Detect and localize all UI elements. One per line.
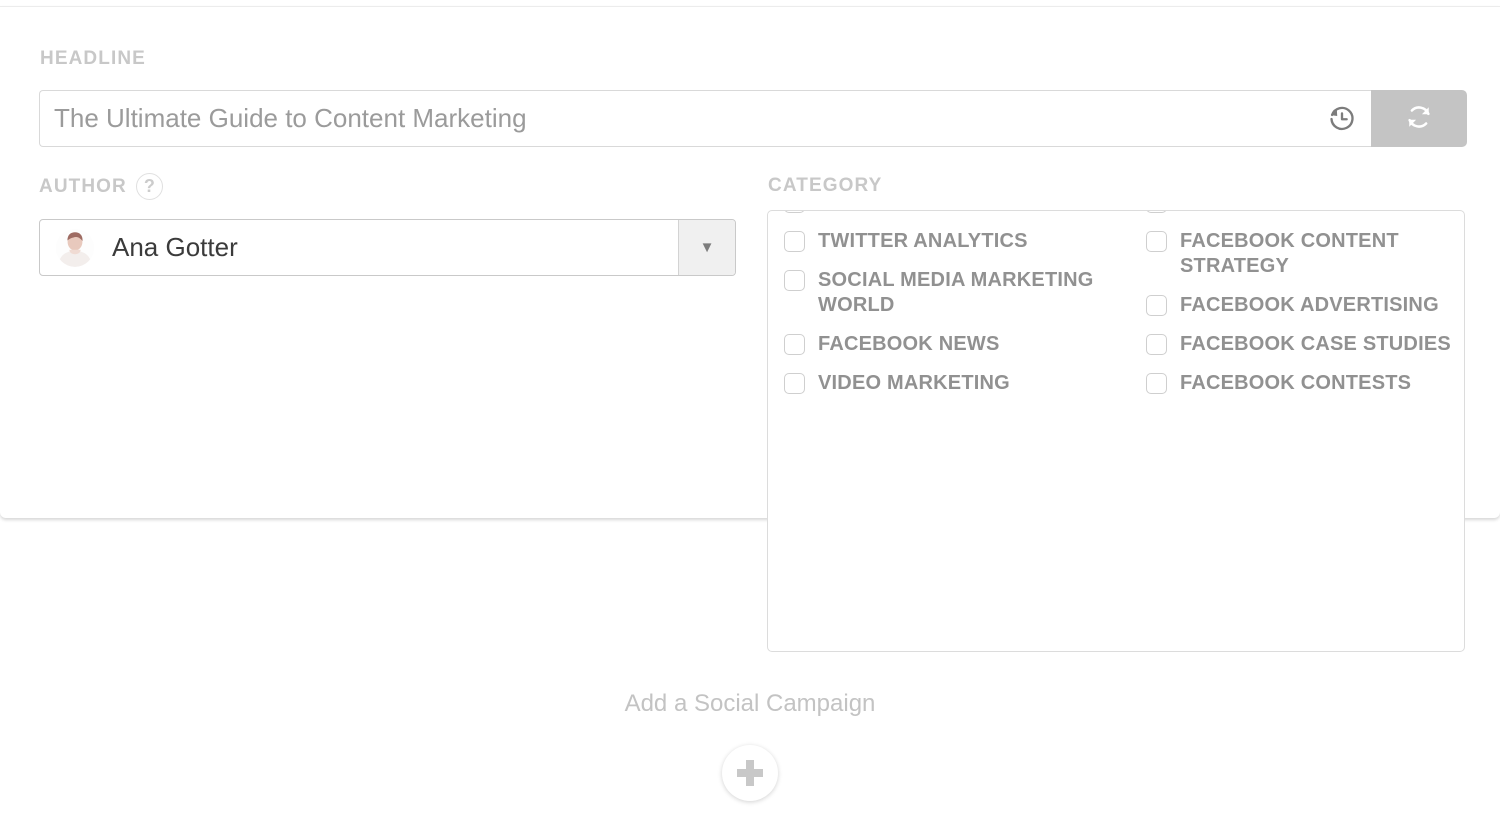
list-item-label: FACEBOOK CONTENT STRATEGY (1180, 230, 1399, 277)
list-item[interactable]: VIDEO MARKETING (780, 364, 1116, 403)
category-label: CATEGORY (768, 175, 883, 196)
chevron-down-icon[interactable]: ▼ (678, 220, 735, 275)
list-item-label: INSTAGRAM (1180, 211, 1301, 215)
headline-input[interactable] (40, 91, 1371, 146)
plus-icon (737, 760, 763, 786)
checkbox-icon[interactable] (784, 211, 805, 213)
list-item-label: FACEBOOK NEWS (818, 333, 1000, 355)
category-column-right: INSTAGRAM FACEBOOK CONTENT STRATEGY FACE… (1116, 211, 1452, 403)
content-editor-card: HEADLINE The Ultimate Guide to Content M… (0, 6, 1500, 652)
list-item[interactable]: SOCIAL MEDIA MARKETING WORLD (780, 261, 1116, 325)
list-item[interactable]: INSTAGRAM (1142, 211, 1452, 222)
list-item-label: FACEBOOK ADVERTISING (1180, 294, 1439, 316)
checkbox-icon[interactable] (1146, 231, 1167, 252)
checkbox-icon[interactable] (784, 373, 805, 394)
checkbox-icon[interactable] (1146, 373, 1167, 394)
list-item-label: SOCIAL MEDIA MARKETING WORLD (818, 269, 1094, 316)
list-item-label: FACEBOOK CONTESTS (1180, 372, 1412, 394)
social-campaign-title: Add a Social Campaign (624, 690, 876, 717)
checkbox-icon[interactable] (784, 231, 805, 252)
list-item[interactable]: FACEBOOK CASE STUDIES (1142, 325, 1452, 364)
checkbox-icon[interactable] (784, 270, 805, 291)
category-scroll-area[interactable]: CONTENT MODERATION TWITTER ANALYTICS SOC… (768, 211, 1464, 411)
author-selected-display: Ana Gotter (40, 220, 678, 275)
list-item[interactable]: FACEBOOK CONTENT STRATEGY (1142, 222, 1452, 286)
list-item[interactable]: TWITTER ANALYTICS (780, 222, 1116, 261)
list-item-label: TWITTER ANALYTICS (818, 230, 1028, 252)
list-item-label: CONTENT MODERATION (818, 211, 1059, 215)
author-label: AUTHOR (39, 175, 127, 197)
category-list-box[interactable]: CONTENT MODERATION TWITTER ANALYTICS SOC… (767, 210, 1465, 652)
author-name: Ana Gotter (112, 232, 238, 262)
avatar (56, 228, 94, 267)
list-item[interactable]: FACEBOOK NEWS (780, 325, 1116, 364)
add-social-campaign-button[interactable] (722, 745, 778, 801)
help-icon[interactable]: ? (135, 172, 163, 200)
category-column-left: CONTENT MODERATION TWITTER ANALYTICS SOC… (780, 211, 1116, 403)
author-label-row: AUTHOR ? (39, 172, 739, 200)
author-field-group: AUTHOR ? Ana Gotter ▼ (39, 172, 739, 276)
list-item[interactable]: CONTENT MODERATION (780, 211, 1116, 222)
checkbox-icon[interactable] (784, 334, 805, 355)
history-clock-icon[interactable] (1327, 104, 1357, 134)
checkbox-icon[interactable] (1146, 295, 1167, 316)
list-item-label: FACEBOOK CASE STUDIES (1180, 333, 1451, 355)
headline-input-wrapper[interactable] (39, 90, 1371, 147)
author-select[interactable]: Ana Gotter ▼ (39, 219, 736, 276)
list-item-label: VIDEO MARKETING (818, 372, 1010, 394)
refresh-headline-button[interactable] (1371, 90, 1467, 147)
checkbox-icon[interactable] (1146, 211, 1167, 213)
social-campaign-section: Add a Social Campaign (0, 690, 1500, 801)
refresh-sync-icon (1404, 102, 1434, 135)
checkbox-icon[interactable] (1146, 334, 1167, 355)
headline-input-row (39, 90, 1467, 147)
headline-label: HEADLINE (40, 48, 146, 69)
list-item[interactable]: FACEBOOK ADVERTISING (1142, 286, 1452, 325)
list-item[interactable]: FACEBOOK CONTESTS (1142, 364, 1452, 403)
